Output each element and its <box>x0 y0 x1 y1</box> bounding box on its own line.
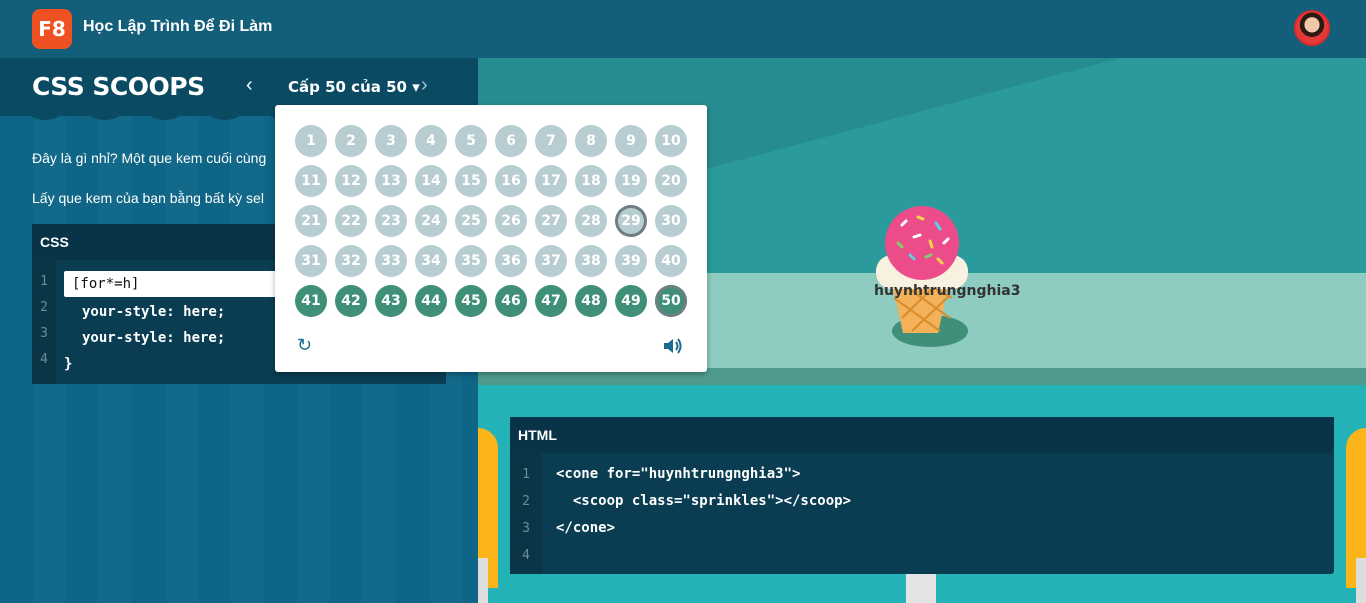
line-gutter: 1 2 3 4 <box>32 260 56 384</box>
level-button-29[interactable]: 29 <box>615 205 647 237</box>
level-button-41[interactable]: 41 <box>295 285 327 317</box>
reset-icon[interactable]: ↻ <box>297 335 312 356</box>
level-button-30[interactable]: 30 <box>655 205 687 237</box>
level-button-40[interactable]: 40 <box>655 245 687 277</box>
level-button-12[interactable]: 12 <box>335 165 367 197</box>
level-button-25[interactable]: 25 <box>455 205 487 237</box>
level-button-16[interactable]: 16 <box>495 165 527 197</box>
level-button-49[interactable]: 49 <box>615 285 647 317</box>
ice-cream-cone[interactable] <box>868 203 978 353</box>
line-number: 3 <box>40 326 48 341</box>
css-selector-input[interactable] <box>64 271 284 297</box>
user-avatar[interactable] <box>1294 10 1330 46</box>
level-button-43[interactable]: 43 <box>375 285 407 317</box>
level-button-24[interactable]: 24 <box>415 205 447 237</box>
level-button-13[interactable]: 13 <box>375 165 407 197</box>
level-button-28[interactable]: 28 <box>575 205 607 237</box>
level-button-39[interactable]: 39 <box>615 245 647 277</box>
level-button-14[interactable]: 14 <box>415 165 447 197</box>
level-button-50[interactable]: 50 <box>655 285 687 317</box>
level-button-31[interactable]: 31 <box>295 245 327 277</box>
html-viewer: HTML 1 2 3 4 <cone for="huynhtrungnghia3… <box>510 417 1334 574</box>
line-number: 2 <box>522 494 530 509</box>
level-button-17[interactable]: 17 <box>535 165 567 197</box>
level-selector[interactable]: Cấp 50 của 50 ▾ <box>288 78 420 96</box>
level-button-3[interactable]: 3 <box>375 125 407 157</box>
level-button-18[interactable]: 18 <box>575 165 607 197</box>
line-gutter: 1 2 3 4 <box>510 453 542 574</box>
level-button-9[interactable]: 9 <box>615 125 647 157</box>
level-popup: ↻ 1 2 3 4 5 6 7 8 9 10 11 12 13 14 15 16 17 18 19 20 21 22 23 2… <box>275 105 707 372</box>
chevron-left-icon[interactable]: ‹ <box>246 74 253 97</box>
brand-title[interactable]: Học Lập Trình Để Đi Làm <box>83 18 272 36</box>
cone-label: huynhtrungnghia3 <box>874 283 1021 299</box>
level-button-26[interactable]: 26 <box>495 205 527 237</box>
level-button-45[interactable]: 45 <box>455 285 487 317</box>
level-button-27[interactable]: 27 <box>535 205 567 237</box>
level-button-11[interactable]: 11 <box>295 165 327 197</box>
css-code-line: your-style: here; <box>82 330 226 346</box>
level-button-42[interactable]: 42 <box>335 285 367 317</box>
game-title: CSS SCOOPS <box>32 72 205 101</box>
level-button-38[interactable]: 38 <box>575 245 607 277</box>
css-code-line: } <box>64 356 73 372</box>
table-post <box>906 574 936 603</box>
stool-leg <box>478 558 488 603</box>
level-button-36[interactable]: 36 <box>495 245 527 277</box>
level-button-32[interactable]: 32 <box>335 245 367 277</box>
instruction-text-2: Lấy que kem của bạn bằng bất kỳ sel <box>32 190 264 206</box>
level-button-34[interactable]: 34 <box>415 245 447 277</box>
level-button-15[interactable]: 15 <box>455 165 487 197</box>
line-number: 1 <box>40 274 48 289</box>
level-button-46[interactable]: 46 <box>495 285 527 317</box>
level-button-4[interactable]: 4 <box>415 125 447 157</box>
level-button-7[interactable]: 7 <box>535 125 567 157</box>
level-button-44[interactable]: 44 <box>415 285 447 317</box>
level-button-35[interactable]: 35 <box>455 245 487 277</box>
level-button-48[interactable]: 48 <box>575 285 607 317</box>
level-button-37[interactable]: 37 <box>535 245 567 277</box>
css-code-line: your-style: here; <box>82 304 226 320</box>
line-number: 2 <box>40 300 48 315</box>
chevron-right-icon[interactable]: › <box>421 74 428 97</box>
level-button-2[interactable]: 2 <box>335 125 367 157</box>
line-number: 3 <box>522 521 530 536</box>
html-code-line[interactable]: </cone> <box>556 520 615 536</box>
stool-leg <box>1356 558 1366 603</box>
level-button-8[interactable]: 8 <box>575 125 607 157</box>
level-button-5[interactable]: 5 <box>455 125 487 157</box>
f8-logo[interactable]: F8 <box>32 9 72 49</box>
instruction-text-1: Đây là gì nhỉ? Một que kem cuối cùng <box>32 150 267 166</box>
level-button-21[interactable]: 21 <box>295 205 327 237</box>
level-button-6[interactable]: 6 <box>495 125 527 157</box>
level-button-1[interactable]: 1 <box>295 125 327 157</box>
line-number: 4 <box>40 352 48 367</box>
level-button-23[interactable]: 23 <box>375 205 407 237</box>
level-button-19[interactable]: 19 <box>615 165 647 197</box>
line-number: 4 <box>522 548 530 563</box>
html-code-line[interactable]: <cone for="huynhtrungnghia3"> <box>556 466 800 482</box>
line-number: 1 <box>522 467 530 482</box>
level-button-20[interactable]: 20 <box>655 165 687 197</box>
html-code-line[interactable]: <scoop class="sprinkles"></scoop> <box>556 493 851 509</box>
top-navbar: F8 Học Lập Trình Để Đi Làm <box>0 0 1366 58</box>
level-button-10[interactable]: 10 <box>655 125 687 157</box>
level-button-33[interactable]: 33 <box>375 245 407 277</box>
level-button-22[interactable]: 22 <box>335 205 367 237</box>
html-editor-title: HTML <box>510 417 1334 453</box>
level-button-47[interactable]: 47 <box>535 285 567 317</box>
volume-icon[interactable] <box>663 337 683 355</box>
